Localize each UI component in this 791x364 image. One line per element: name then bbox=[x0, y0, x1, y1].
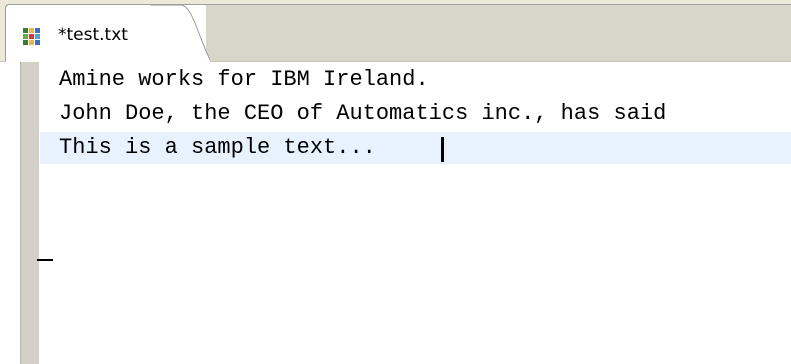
ruler-strip bbox=[20, 62, 39, 364]
text-caret bbox=[441, 137, 444, 162]
change-marker bbox=[37, 259, 53, 261]
text-line: This is a sample text... bbox=[59, 135, 376, 160]
text-file-icon bbox=[23, 28, 40, 45]
tab-edge-curve bbox=[150, 4, 210, 62]
text-line: John Doe, the CEO of Automatics inc., ha… bbox=[59, 101, 667, 126]
tab-label: *test.txt bbox=[58, 25, 128, 45]
editor-tab-bar: *test.txt bbox=[0, 0, 791, 62]
editor-text-area[interactable]: Amine works for IBM Ireland. John Doe, t… bbox=[0, 62, 791, 364]
editor-margin bbox=[0, 62, 20, 364]
text-line: Amine works for IBM Ireland. bbox=[59, 67, 429, 92]
text-editor-window: *test.txt Amine works for IBM Ireland. J… bbox=[0, 0, 791, 364]
